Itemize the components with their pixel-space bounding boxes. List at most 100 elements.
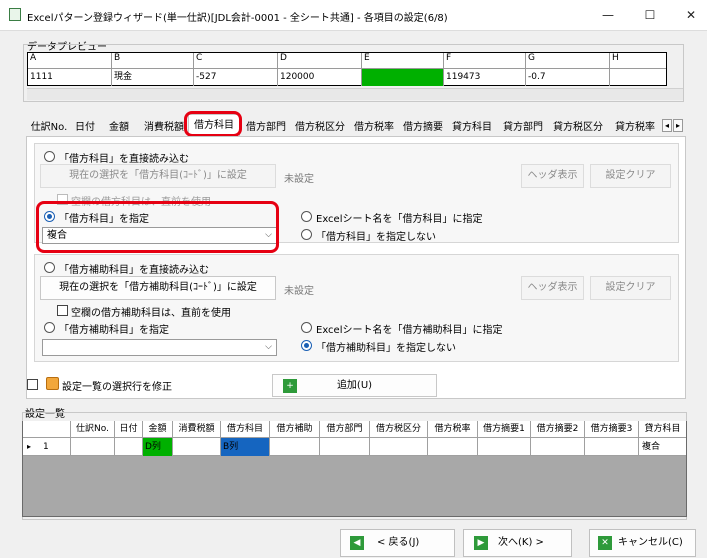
settings-corner [23,421,71,438]
settings-col-header: 仕訳No. [71,421,115,438]
tab-date[interactable]: 日付 [70,119,100,137]
clear-settings-button[interactable]: 設定クリア [590,164,671,188]
tab-credit-tax-class[interactable]: 貸方税区分 [550,119,606,137]
modify-selected-row-checkbox[interactable] [27,379,38,390]
preview-cell[interactable]: 現金 [112,69,194,86]
tab-scroll-right-icon[interactable]: ▸ [673,119,683,132]
preview-col-header: B [112,53,194,69]
radio-sub-do-not-specify[interactable] [301,340,312,351]
maximize-button[interactable]: ☐ [639,6,661,24]
tab-credit-tax-rate[interactable]: 貸方税率 [609,119,661,137]
table-cell-amount[interactable]: D列 [143,438,173,456]
next-button-label: 次へ(K) > [498,537,544,548]
row-number: 1 [35,438,71,456]
debit-sub-account-select[interactable]: ⌵ [42,339,277,356]
settings-col-header: 借方科目 [221,421,270,438]
close-icon: ✕ [598,536,612,550]
settings-col-header: 借方税率 [428,421,478,438]
table-cell[interactable] [71,438,115,456]
preview-cell[interactable]: 1111 [28,69,112,86]
radio-sub-direct-read[interactable] [44,262,55,273]
tab-tax-amount[interactable]: 消費税額 [141,119,187,137]
tab-credit-dept[interactable]: 貸方部門 [498,119,548,137]
table-cell[interactable] [115,438,143,456]
radio-direct-read-label: 「借方科目」を直接読み込む [59,154,189,165]
table-cell[interactable] [531,438,585,456]
table-cell[interactable] [478,438,531,456]
preview-col-header: C [194,53,278,69]
radio-sub-do-not-specify-label: 「借方補助科目」を指定しない [316,343,456,354]
back-button[interactable]: ◀ < 戻る(J) [340,529,455,557]
table-cell[interactable] [270,438,320,456]
table-cell[interactable] [585,438,639,456]
preview-col-header: D [278,53,362,69]
tab-journal-no[interactable]: 仕訳No. [28,119,70,137]
sub-clear-settings-button[interactable]: 設定クリア [590,276,671,300]
sub-unset-status: 未設定 [284,286,314,297]
preview-cell[interactable]: 119473 [444,69,526,86]
preview-col-header: F [444,53,526,69]
settings-col-header: 借方摘要2 [531,421,585,438]
title-bar: Excelパターン登録ウィザード(単一仕訳)[JDL会計-0001 - 全シート… [0,0,707,30]
cancel-button[interactable]: ✕ キャンセル(C) [589,529,696,557]
chevron-down-icon: ⌵ [265,342,272,352]
settings-col-header: 借方摘要1 [478,421,531,438]
settings-col-header: 金額 [143,421,173,438]
radio-direct-read[interactable] [44,151,55,162]
set-current-selection-button[interactable]: 現在の選択を「借方科目(ｺｰﾄﾞ)」に設定 [40,164,276,188]
specify-highlight [36,201,279,253]
header-display-button[interactable]: ヘッダ表示 [521,164,584,188]
sub-set-current-selection-button[interactable]: 現在の選択を「借方補助科目(ｺｰﾄﾞ)」に設定 [40,276,276,300]
close-button[interactable]: ✕ [680,6,702,24]
cancel-button-label: キャンセル(C) [618,537,683,548]
radio-do-not-specify[interactable] [301,229,312,240]
table-cell[interactable] [320,438,370,456]
title-divider [0,30,707,31]
window-title: Excelパターン登録ウィザード(単一仕訳)[JDL会計-0001 - 全シート… [27,13,448,24]
tab-debit-tax-rate[interactable]: 借方税率 [351,119,397,137]
preview-cell[interactable] [610,69,666,86]
table-cell-debit-account[interactable]: B列 [221,438,270,456]
settings-col-header: 消費税額 [173,421,221,438]
tab-amount[interactable]: 金額 [104,119,134,137]
table-cell[interactable] [428,438,478,456]
edit-icon [46,377,59,390]
table-cell-credit-account[interactable]: 複合 [639,438,686,456]
tab-credit-account[interactable]: 貸方科目 [449,119,495,137]
radio-excel-sheet-name[interactable] [301,211,312,222]
add-button-label: 追加(U) [336,380,373,391]
tab-scroll-left-icon[interactable]: ◂ [662,119,672,132]
settings-col-header: 借方税区分 [370,421,428,438]
table-cell[interactable] [370,438,428,456]
table-cell[interactable] [173,438,221,456]
tab-debit-summary[interactable]: 借方摘要 [400,119,446,137]
row-pointer-icon: ▸ [26,442,31,451]
preview-col-header: A [28,53,112,69]
add-button[interactable]: + 追加(U) [272,374,437,397]
radio-sub-excel-sheet-name[interactable] [301,322,312,333]
minimize-button[interactable]: — [597,6,619,24]
sub-blank-use-previous-checkbox[interactable] [57,305,68,316]
radio-sub-specify-label: 「借方補助科目」を指定 [59,325,169,336]
preview-col-header: G [526,53,610,69]
next-button[interactable]: ▶ 次へ(K) > [463,529,572,557]
preview-scrollbar[interactable] [27,88,683,100]
preview-col-header: H [610,53,666,69]
tab-debit-dept[interactable]: 借方部門 [243,119,289,137]
radio-sub-specify[interactable] [44,322,55,333]
modify-selected-row-label: 設定一覧の選択行を修正 [62,382,172,393]
settings-col-header: 借方部門 [320,421,370,438]
unset-status: 未設定 [284,174,314,185]
back-button-label: < 戻る(J) [377,537,420,548]
preview-cell[interactable]: -527 [194,69,278,86]
preview-grid: A B C D E F G H 1111 現金 -527 120000 1194… [27,52,667,86]
arrow-left-icon: ◀ [350,536,364,550]
preview-cell-selected[interactable] [362,69,444,86]
preview-cell[interactable]: -0.7 [526,69,610,86]
radio-excel-sheet-name-label: Excelシート名を「借方科目」に指定 [316,214,483,225]
radio-sub-excel-sheet-name-label: Excelシート名を「借方補助科目」に指定 [316,325,503,336]
arrow-right-icon: ▶ [474,536,488,550]
preview-cell[interactable]: 120000 [278,69,362,86]
sub-header-display-button[interactable]: ヘッダ表示 [521,276,584,300]
tab-debit-tax-class[interactable]: 借方税区分 [292,119,348,137]
